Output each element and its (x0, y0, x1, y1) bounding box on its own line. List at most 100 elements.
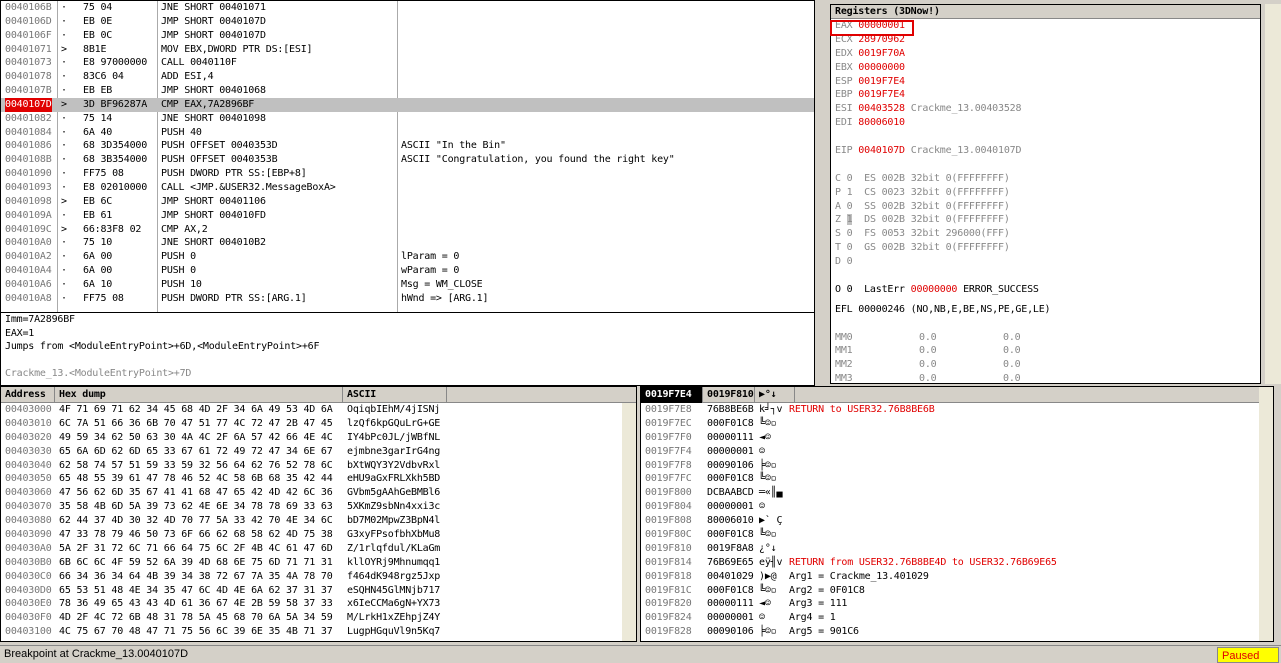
disasm-row[interactable]: 0040107B · EB EB JMP SHORT 00401068 (1, 84, 814, 98)
register-value[interactable]: 0019F7E4 (858, 89, 905, 100)
stack-row[interactable]: 0019F808 80006010 ▶` Ç (641, 514, 1273, 528)
register-row[interactable]: ESI 00403528 Crackme_13.00403528 (831, 102, 1260, 116)
disasm-row[interactable]: 0040109C >66:83F8 02 CMP AX,2 (1, 223, 814, 237)
dump-row[interactable]: 00403030 65 6A 6D 62 6D 65 33 67 61 72 49… (1, 445, 636, 459)
register-value[interactable]: 00403528 (858, 103, 905, 114)
stack-row[interactable]: 0019F7F4 00000001 ☺ (641, 445, 1273, 459)
flag-row[interactable]: S 0 FS 0053 32bit 296000(FFF) (831, 227, 1260, 241)
lasterr-row[interactable]: O 0 LastErr 00000000 ERROR_SUCCESS (831, 283, 1260, 297)
disasm-row[interactable]: 00401078 · 83C6 04 ADD ESI,4 (1, 70, 814, 84)
dump-row[interactable]: 004030D0 65 53 51 48 4E 34 35 47 6C 4D 4E… (1, 584, 636, 598)
disasm-row[interactable]: 00401093 · E8 02010000 CALL <JMP.&USER32.Me… (1, 181, 814, 195)
stack-row[interactable]: 0019F800 DCBAABCD ═«║▄ (641, 486, 1273, 500)
registers-title[interactable]: Registers (3DNow!) (831, 5, 1260, 19)
dump-row[interactable]: 004030C0 66 34 36 34 64 4B 39 34 38 72 67… (1, 570, 636, 584)
register-value[interactable]: 0019F7E4 (858, 76, 905, 87)
efl-row[interactable]: EFL 00000246 (NO,NB,E,BE,NS,PE,GE,LE) (831, 303, 1260, 317)
dump-row[interactable]: 004030B0 6B 6C 6C 4F 59 52 6A 39 4D 68 6E… (1, 556, 636, 570)
disasm-row[interactable]: 004010A4 · 6A 00 PUSH 0 wParam = 0 (1, 264, 814, 278)
dump-row[interactable]: 00403090 47 33 78 79 46 50 73 6F 66 62 68… (1, 528, 636, 542)
column-header-hex-dump[interactable]: Hex dump (55, 387, 343, 403)
stack-header-top[interactable]: 0019F7E4 (641, 387, 703, 403)
disasm-row[interactable]: 00401084 · 6A 40 PUSH 40 (1, 126, 814, 140)
disasm-row[interactable]: 00401098 > EB 6C JMP SHORT 00401106 (1, 195, 814, 209)
dump-row[interactable]: 00403010 6C 7A 51 66 36 6B 70 47 51 77 4C… (1, 417, 636, 431)
dump-row[interactable]: 00403080 62 44 37 4D 30 32 4D 70 77 5A 33… (1, 514, 636, 528)
dump-row[interactable]: 004030F0 4D 2F 4C 72 6B 48 31 78 5A 45 68… (1, 611, 636, 625)
register-value[interactable]: 80006010 (858, 117, 905, 128)
disasm-row[interactable]: 0040106B · 75 04 JNE SHORT 00401071 (1, 1, 814, 15)
mmx-row[interactable]: MM1 0.0 0.0 (831, 344, 1260, 358)
stack-row[interactable]: 0019F81C 000F01C8 ╚☺▫ Arg2 = 0F01C8 (641, 584, 1273, 598)
dump-row[interactable]: 00403050 65 48 55 39 61 47 78 46 52 4C 58… (1, 472, 636, 486)
dump-row[interactable]: 004030E0 78 36 49 65 43 43 4D 61 36 67 4E… (1, 597, 636, 611)
disassembly-pane[interactable]: 0040106B · 75 04 JNE SHORT 00401071 0040106D… (0, 0, 815, 313)
eip-row[interactable]: EIP 0040107D Crackme_13.0040107D (831, 144, 1260, 158)
stack-row[interactable]: 0019F80C 000F01C8 ╚☺▫ (641, 528, 1273, 542)
stack-row[interactable]: 0019F818 00401029)▶@ Arg1 = Crackme_13.401… (641, 570, 1273, 584)
disasm-row[interactable]: 00401073 · E8 97000000 CALL 0040110F (1, 56, 814, 70)
stack-row[interactable]: 0019F7FC 000F01C8 ╚☺▫ (641, 472, 1273, 486)
register-row[interactable]: EBX 00000000 (831, 61, 1260, 75)
register-row[interactable]: EBP 0019F7E4 (831, 88, 1260, 102)
dump-row[interactable]: 00403020 49 59 34 62 50 63 30 4A 4C 2F 6A… (1, 431, 636, 445)
disasm-row[interactable]: 00401071 >8B1E MOV EBX,DWORD PTR DS:[ESI] (1, 43, 814, 57)
disasm-row[interactable]: 0040107D >3D BF96287A CMP EAX,7A2896BF (1, 97, 814, 112)
dump-row[interactable]: 00403100 4C 75 67 70 48 47 71 75 56 6C 39… (1, 625, 636, 639)
flag-row[interactable]: Z 1 DS 002B 32bit 0(FFFFFFFF) (831, 213, 1260, 227)
dump-row[interactable]: 00403060 47 56 62 6D 35 67 41 41 68 47 65… (1, 486, 636, 500)
dump-row[interactable]: 00403000 4F 71 69 71 62 34 45 68 4D 2F 34… (1, 403, 636, 417)
dump-address: 00403020 (5, 431, 52, 443)
register-row[interactable]: ESP 0019F7E4 (831, 75, 1260, 89)
stack-row[interactable]: 0019F824 00000001 ☺ Arg4 = 1 (641, 611, 1273, 625)
mmx-row[interactable]: MM0 0.0 0.0 (831, 331, 1260, 345)
register-row[interactable]: EDI 80006010 (831, 116, 1260, 130)
stack-row[interactable]: 0019F814 76B69E65 eÿ╢v RETURN from USER32.7… (641, 556, 1273, 570)
stack-row[interactable]: 0019F810 0019F8A8 ¿°↓ (641, 542, 1273, 556)
dump-row[interactable]: 004030A0 5A 2F 31 72 6C 71 66 64 75 6C 2F… (1, 542, 636, 556)
dump-row[interactable]: 00403070 35 58 4B 6D 5A 39 73 62 4E 6E 34… (1, 500, 636, 514)
register-row[interactable]: EDX 0019F70A (831, 47, 1260, 61)
flag-row[interactable]: A 0 SS 002B 32bit 0(FFFFFFFF) (831, 200, 1260, 214)
registers-scrollbar[interactable] (1265, 4, 1281, 384)
disasm-row[interactable]: 00401086 · 68 3D354000 PUSH OFFSET 0040353D… (1, 139, 814, 153)
register-value[interactable]: 00000000 (858, 62, 905, 73)
register-value[interactable]: 0019F70A (858, 48, 905, 59)
stack-row[interactable]: 0019F820 00000111 ◄☺ Arg3 = 111 (641, 597, 1273, 611)
stack-row[interactable]: 0019F7F8 00090106 ╞☺▫ (641, 459, 1273, 473)
stack-row[interactable]: 0019F828 00090106 ╞☺▫ Arg5 = 901C6 (641, 625, 1273, 639)
stack-header-ascii[interactable]: ▶°↓ (755, 387, 795, 403)
disasm-hex: 75 10 (83, 237, 113, 249)
hex-dump-pane[interactable]: Address Hex dump ASCII 00403000 4F 71 69 … (0, 386, 637, 642)
disasm-row[interactable]: 004010A2 · 6A 00 PUSH 0 lParam = 0 (1, 250, 814, 264)
mmx-row[interactable]: MM3 0.0 0.0 (831, 372, 1260, 383)
mmx-row[interactable]: MM2 0.0 0.0 (831, 358, 1260, 372)
disasm-row[interactable]: 00401090 · FF75 08 PUSH DWORD PTR SS:[EBP+8… (1, 167, 814, 181)
disasm-row[interactable]: 0040108B · 68 3B354000 PUSH OFFSET 0040353B… (1, 153, 814, 167)
stack-row[interactable]: 0019F804 00000001 ☺ (641, 500, 1273, 514)
flag-row[interactable]: T 0 GS 002B 32bit 0(FFFFFFFF) (831, 241, 1260, 255)
stack-header-base[interactable]: 0019F810 (703, 387, 755, 403)
column-header-ascii[interactable]: ASCII (343, 387, 447, 403)
dump-row[interactable]: 00403040 62 58 74 57 51 59 33 59 32 56 64… (1, 459, 636, 473)
disasm-row[interactable]: 004010A8 · FF75 08 PUSH DWORD PTR SS:[ARG.1… (1, 292, 814, 306)
stack-row[interactable]: 0019F7EC 000F01C8 ╚☺▫ (641, 417, 1273, 431)
disasm-row[interactable]: 0040106F · EB 0C JMP SHORT 0040107D (1, 29, 814, 43)
flag-value[interactable]: 0 (847, 256, 853, 267)
stack-pane[interactable]: 0019F7E4 0019F810 ▶°↓ 0019F7E8 76B8BE6B k╛… (640, 386, 1274, 642)
dump-scrollbar[interactable] (622, 403, 636, 641)
disasm-row[interactable]: 0040109A · EB 61 JMP SHORT 004010FD (1, 209, 814, 223)
stack-row[interactable]: 0019F7F0 00000111 ◄☺ (641, 431, 1273, 445)
disasm-row[interactable]: 004010A6 · 6A 10 PUSH 10 Msg = WM_CLOSE (1, 278, 814, 292)
stack-row[interactable]: 0019F7E8 76B8BE6B k╛┐v RETURN to USER32.76B… (641, 403, 1273, 417)
flag-row[interactable]: P 1 CS 0023 32bit 0(FFFFFFFF) (831, 186, 1260, 200)
flag-row[interactable]: D 0 (831, 255, 1260, 269)
column-header-address[interactable]: Address (1, 387, 55, 403)
disasm-row[interactable]: 00401082 · 75 14 JNE SHORT 00401098 (1, 112, 814, 126)
disasm-row[interactable]: 0040106D · EB 0E JMP SHORT 0040107D (1, 15, 814, 29)
disasm-row[interactable]: 004010A0 · 75 10 JNE SHORT 004010B2 (1, 236, 814, 250)
stack-scrollbar[interactable] (1259, 387, 1273, 641)
register-value[interactable]: 0040107D (858, 145, 905, 156)
registers-pane[interactable]: Registers (3DNow!) EAX 00000001 ECX 28970… (830, 4, 1261, 384)
flag-row[interactable]: C 0 ES 002B 32bit 0(FFFFFFFF) (831, 172, 1260, 186)
